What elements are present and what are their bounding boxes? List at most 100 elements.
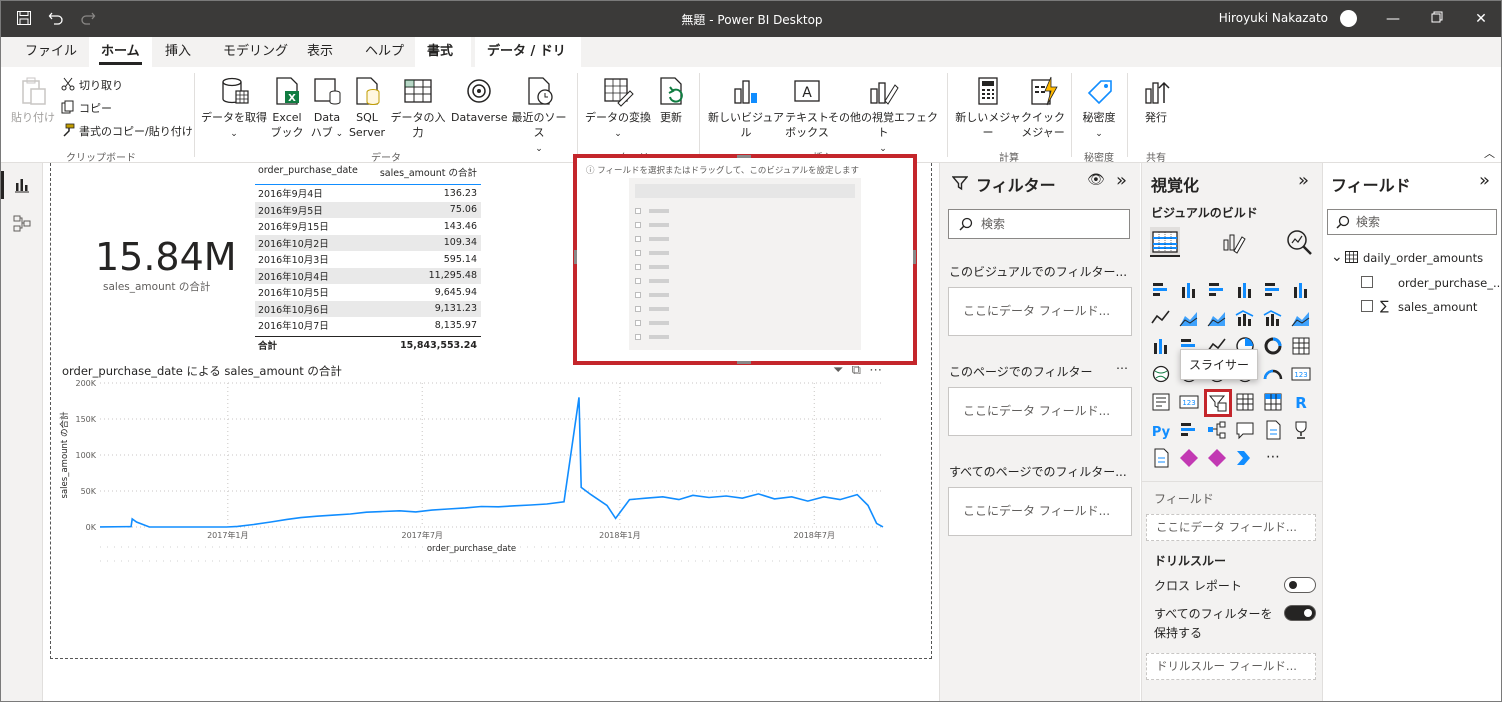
user-name[interactable]: Hiroyuki Nakazato (1219, 11, 1328, 25)
eye-icon[interactable]: 👁 (1087, 172, 1105, 188)
collapse-fields-icon[interactable]: » (1479, 170, 1490, 191)
table-visual[interactable]: order_purchase_date sales_amount の合計 201… (255, 165, 481, 354)
fields-drop-well[interactable]: ここにデータ フィールド... (1146, 514, 1316, 541)
line-chart-icon[interactable] (1150, 307, 1174, 331)
tab-insert[interactable]: 挿入 (153, 37, 203, 67)
tab-view[interactable]: 表示 (295, 37, 345, 67)
sensitivity-button[interactable]: 秘密度 ⌄ (1077, 75, 1121, 142)
sql-server-button[interactable]: SQL Server (347, 75, 387, 140)
field-checkbox[interactable] (1361, 276, 1373, 288)
field-checkbox[interactable] (1361, 300, 1373, 312)
slicer-visual-selected[interactable]: ⓘ フィールドを選択またはドラッグして、このビジュアルを設定します (573, 154, 917, 365)
build-visual-tab-icon[interactable] (1150, 227, 1180, 257)
resize-handle-top[interactable] (737, 155, 751, 158)
stacked-bar-icon[interactable] (1150, 279, 1174, 303)
report-canvas[interactable]: 15.84M sales_amount の合計 order_purchase_d… (43, 154, 939, 701)
get-data-button[interactable]: データを取得 ⌄ (201, 75, 267, 142)
recent-sources-button[interactable]: 最近のソース ⌄ (507, 75, 571, 157)
donut-icon[interactable] (1262, 335, 1286, 359)
format-painter-button[interactable]: 書式のコピー/貼り付け (61, 123, 193, 139)
dataverse-button[interactable]: Dataverse (451, 75, 508, 125)
analytics-tab-icon[interactable] (1284, 227, 1314, 257)
card-icon[interactable]: 123 (1290, 363, 1314, 387)
visual-filter-drop-well[interactable]: ここにデータ フィールド... (948, 287, 1132, 336)
treemap-icon[interactable] (1290, 335, 1314, 359)
power-automate-icon[interactable] (1206, 447, 1230, 471)
report-view-icon[interactable] (12, 175, 32, 195)
clustered-bar-icon[interactable] (1206, 279, 1230, 303)
filters-search-input[interactable]: 検索 (948, 209, 1130, 239)
copy-button[interactable]: コピー (61, 100, 112, 116)
excel-workbook-button[interactable]: X Excel ブック (269, 75, 305, 140)
resize-handle-right[interactable] (913, 250, 916, 264)
keep-all-filters-toggle[interactable] (1284, 605, 1316, 621)
enter-data-button[interactable]: データの入力 (387, 75, 449, 140)
quick-measure-button[interactable]: クイック メジャー (1021, 75, 1065, 140)
textbox-button[interactable]: A テキスト ボックス (785, 75, 829, 140)
more-options-icon[interactable]: ⋯ (1116, 361, 1128, 375)
resize-handle-left[interactable] (574, 250, 577, 264)
cross-report-toggle[interactable] (1284, 577, 1316, 593)
goals-icon[interactable] (1290, 419, 1314, 443)
table-daily-order-amounts[interactable]: daily_order_amounts (1363, 251, 1483, 265)
slicer-icon[interactable] (1204, 389, 1232, 417)
stacked-area-icon[interactable] (1206, 307, 1230, 331)
resize-handle-bottom[interactable] (737, 361, 751, 364)
tab-file[interactable]: ファイル (13, 37, 89, 67)
refresh-button[interactable]: 更新 (653, 75, 689, 125)
table-header-sales[interactable]: sales_amount の合計 (365, 165, 481, 184)
line-clustered-icon[interactable] (1262, 307, 1286, 331)
datahub-button[interactable]: Data ハブ ⌄ (307, 75, 347, 142)
power-apps-icon[interactable] (1178, 447, 1202, 471)
clustered-column-icon[interactable] (1234, 279, 1258, 303)
gauge-icon[interactable] (1262, 363, 1286, 387)
paginated-report-icon[interactable] (1150, 447, 1174, 471)
smart-narrative-icon[interactable] (1262, 419, 1286, 443)
all-pages-filter-drop-well[interactable]: ここにデータ フィールド... (948, 487, 1132, 536)
100-column-icon[interactable] (1290, 279, 1314, 303)
drillthrough-drop-well[interactable]: ドリルスルー フィールド... (1146, 653, 1316, 680)
paste-button[interactable]: 貼り付け (9, 75, 57, 125)
ribbon-chart-icon[interactable] (1290, 307, 1314, 331)
tab-home[interactable]: ホーム (89, 37, 152, 67)
multirow-card-icon[interactable] (1150, 391, 1174, 415)
table-icon[interactable] (1234, 391, 1258, 415)
table-header-date[interactable]: order_purchase_date (255, 165, 365, 184)
stacked-column-icon[interactable] (1178, 279, 1202, 303)
line-column-icon[interactable] (1234, 307, 1258, 331)
avatar[interactable] (1340, 10, 1357, 27)
restore-icon[interactable] (1427, 9, 1447, 29)
new-visual-button[interactable]: 新しいビジュアル (705, 75, 787, 140)
filter-icon[interactable]: ⏷ (833, 363, 843, 378)
tab-format[interactable]: 書式 (415, 37, 471, 67)
focus-mode-icon[interactable]: ⧉ (852, 363, 861, 378)
100-bar-icon[interactable] (1262, 279, 1286, 303)
chevron-down-icon[interactable]: ⌄ (1331, 249, 1343, 265)
close-icon[interactable]: ✕ (1471, 9, 1491, 29)
key-influencers-icon[interactable] (1178, 419, 1202, 443)
matrix-icon[interactable] (1262, 391, 1286, 415)
decomposition-tree-icon[interactable] (1206, 419, 1230, 443)
transform-data-button[interactable]: データの変換 ⌄ (585, 75, 651, 142)
fields-search-input[interactable]: 検索 (1327, 209, 1497, 235)
python-visual-icon[interactable]: Py (1150, 419, 1174, 443)
qa-icon[interactable] (1234, 419, 1258, 443)
field-order-purchase-date[interactable]: order_purchase_... (1398, 276, 1501, 290)
new-measure-button[interactable]: 新しいメジャー (953, 75, 1023, 140)
cut-button[interactable]: 切り取り (61, 77, 123, 93)
kpi-icon[interactable]: 123 (1178, 391, 1202, 415)
tab-data-drill[interactable]: データ / ドリル (475, 37, 581, 89)
page-filter-drop-well[interactable]: ここにデータ フィールド... (948, 387, 1132, 436)
collapse-filters-icon[interactable]: » (1116, 170, 1127, 191)
map-icon[interactable] (1150, 363, 1174, 387)
r-visual-icon[interactable]: R (1290, 391, 1314, 415)
waterfall-icon[interactable] (1150, 335, 1174, 359)
publish-button[interactable]: 発行 (1135, 75, 1177, 125)
collapse-ribbon-icon[interactable]: ︿ (1484, 145, 1495, 161)
area-chart-icon[interactable] (1178, 307, 1202, 331)
model-view-icon[interactable] (12, 213, 32, 233)
more-visuals-icon[interactable]: ⋯ (1262, 447, 1286, 471)
line-chart[interactable]: 0K 50K 100K 150K 200K 2017年1月 2017年7月 2018年1月 20… (53, 377, 913, 569)
collapse-visualizations-icon[interactable]: » (1298, 170, 1309, 191)
minimize-icon[interactable]: — (1383, 9, 1403, 29)
